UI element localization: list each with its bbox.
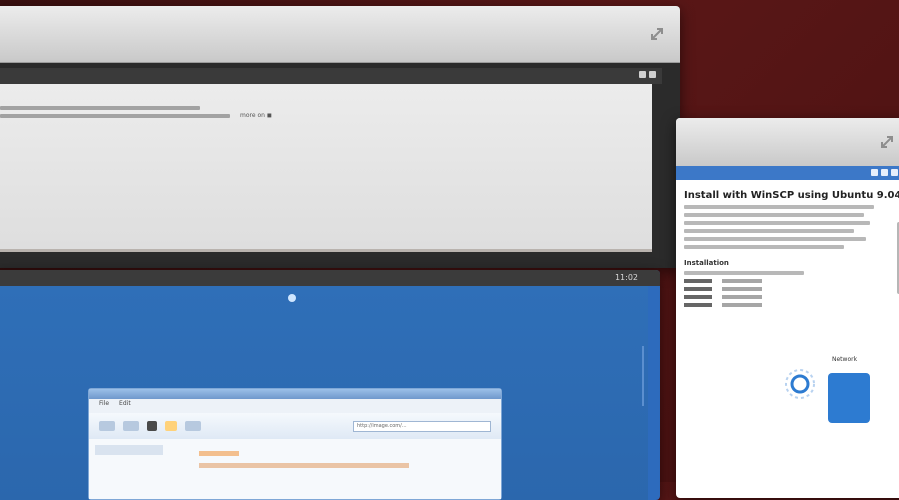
bookmark-icon[interactable] [165, 421, 177, 431]
nested-browser-window: File Edit http://image.com/... [88, 388, 502, 500]
close-icon[interactable] [891, 169, 898, 176]
article-title: Install with WinSCP using Ubuntu 9.04 [684, 190, 899, 201]
toolbar-icon[interactable] [147, 421, 157, 431]
text-line [684, 205, 874, 209]
text-line [684, 245, 844, 249]
doc-text-line [0, 114, 230, 118]
network-icon [784, 368, 816, 400]
forward-button[interactable] [123, 421, 139, 431]
article-content: Install with WinSCP using Ubuntu 9.04 In… [676, 180, 899, 498]
remote-desktop: File Edit http://image.com/... [0, 286, 648, 500]
device-icon [828, 373, 870, 423]
kv-row [684, 287, 899, 291]
kv-row [684, 295, 899, 299]
window-titlebar[interactable] [0, 6, 680, 63]
menu-item-edit[interactable]: Edit [119, 400, 131, 412]
nested-sidebar [95, 445, 163, 455]
minimize-icon[interactable] [871, 169, 878, 176]
window-titlebar[interactable] [676, 118, 899, 167]
maximize-icon[interactable] [878, 133, 896, 151]
window-top-left: more on ◼ [0, 6, 680, 268]
clock: 11:02 [614, 273, 638, 282]
doc-text-line [0, 106, 200, 110]
maximize-small-icon[interactable] [881, 169, 888, 176]
inner-window-bar [0, 68, 662, 84]
text-line [684, 237, 866, 241]
kv-row [684, 279, 899, 283]
nested-menubar: File Edit [89, 399, 501, 413]
text-line [684, 213, 864, 217]
window-bottom-left: 11:02 File Edit http://image.com/... [0, 270, 660, 500]
nested-toolbar: http://image.com/... [89, 413, 501, 439]
content-row [199, 463, 409, 468]
doc-link[interactable]: more on ◼ [240, 112, 272, 119]
window-right: Install with WinSCP using Ubuntu 9.04 In… [676, 118, 899, 498]
panel-bar: 11:02 [0, 270, 660, 286]
indicator-dot [288, 294, 296, 302]
text-line [684, 271, 804, 275]
back-button[interactable] [99, 421, 115, 431]
close-icon[interactable] [649, 71, 656, 78]
address-bar[interactable]: http://image.com/... [353, 420, 491, 432]
kv-row [684, 303, 899, 307]
scrollbar[interactable] [642, 346, 644, 406]
text-line [684, 221, 870, 225]
text-line [684, 229, 854, 233]
content-row [199, 451, 239, 456]
maximize-icon[interactable] [648, 25, 666, 43]
section-heading: Installation [684, 259, 729, 267]
window-controls[interactable] [871, 169, 898, 176]
minimize-icon[interactable] [639, 71, 646, 78]
home-button[interactable] [185, 421, 201, 431]
nested-titlebar[interactable] [89, 389, 501, 399]
browser-tabbar [676, 166, 899, 180]
window-controls[interactable] [639, 71, 656, 78]
device-label: Network [832, 356, 858, 363]
nested-content [89, 439, 501, 499]
document-page: more on ◼ [0, 84, 652, 252]
menu-item-file[interactable]: File [99, 400, 109, 412]
